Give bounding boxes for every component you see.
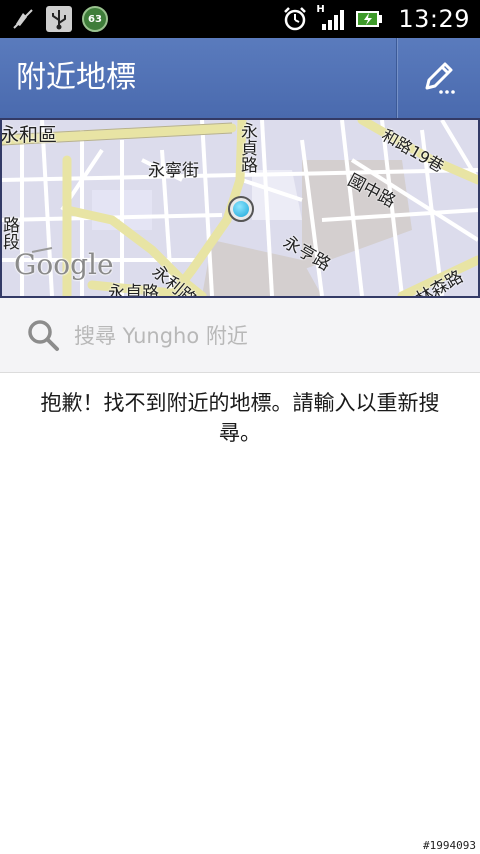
map-label-road: 永貞路 <box>237 122 257 173</box>
pencil-icon <box>425 62 455 94</box>
watermark: #1994093 <box>423 839 476 852</box>
map-label-road: 路段 <box>0 216 19 250</box>
search-bar[interactable] <box>0 298 480 374</box>
nearby-map[interactable]: 永和區 永寧街 永貞路 和路19巷 國中路 永亨路 永利路 永貞路 林森路 路段… <box>0 118 480 298</box>
signal-type-label: H <box>316 4 325 15</box>
battery-charging-icon <box>354 6 384 32</box>
signal-icon: H <box>316 4 346 32</box>
map-label-road: 永貞路 <box>108 283 159 298</box>
search-icon <box>28 320 59 351</box>
status-clock: 13:29 <box>398 5 470 33</box>
mute-icon <box>10 6 36 32</box>
edit-button[interactable] <box>398 38 480 118</box>
google-logo: Google <box>14 248 114 281</box>
current-location-pin <box>228 196 254 222</box>
search-input[interactable] <box>72 298 456 374</box>
usb-icon <box>46 6 72 32</box>
map-label-street: 永寧街 <box>148 161 199 181</box>
notification-badge: 63 <box>82 6 108 32</box>
map-label-district: 永和區 <box>0 124 58 146</box>
status-bar: 63 H 13:29 <box>0 0 480 38</box>
location-dot-icon <box>233 201 249 217</box>
alarm-icon <box>282 6 308 32</box>
no-results-message: 抱歉！找不到附近的地標。請輸入以重新搜尋。 <box>40 391 440 445</box>
action-bar: 附近地標 <box>0 38 480 119</box>
page-title: 附近地標 <box>16 60 136 95</box>
